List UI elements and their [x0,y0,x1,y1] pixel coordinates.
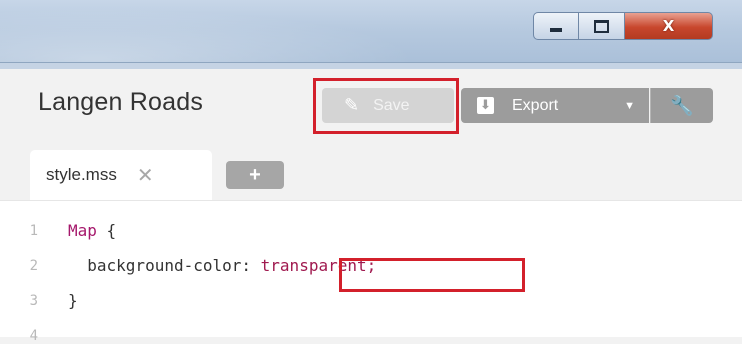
maximize-icon [594,19,609,33]
save-highlight-box [313,78,459,134]
maximize-button[interactable] [579,12,625,40]
close-tab-icon[interactable]: ✕ [137,163,154,187]
code-selector: Map [68,221,97,240]
titlebar-glare [0,0,470,66]
code-line-1[interactable]: Map { [68,221,116,240]
project-title: Langen Roads [38,88,204,116]
line-number: 1 [29,223,38,239]
minimize-icon [550,28,562,32]
code-text: { [96,221,117,240]
tab-style-mss[interactable]: style.mss ✕ [30,150,212,200]
code-property: background-color: [68,256,261,275]
line-number: 4 [29,328,38,344]
tab-bar: style.mss ✕ + [0,150,742,200]
minimize-button[interactable] [533,12,579,40]
line-number: 2 [29,258,38,274]
line-number: 3 [29,293,38,309]
window-frame [0,62,742,69]
wrench-icon: 🔧 [670,95,694,117]
code-text: } [68,291,78,310]
export-label: Export [512,96,559,114]
tab-label: style.mss [46,165,117,184]
close-window-button[interactable]: X [625,12,713,40]
code-line-3[interactable]: } [68,291,78,310]
settings-button[interactable]: 🔧 [650,88,713,123]
export-button[interactable]: ⬇ Export ▼ [461,88,649,123]
add-tab-button[interactable]: + [226,161,284,189]
caret-down-icon[interactable]: ▼ [624,100,635,112]
download-icon: ⬇ [477,97,494,114]
code-line-2[interactable]: background-color: transparent; [68,256,376,275]
value-highlight-box [339,258,525,292]
close-icon: X [662,17,675,35]
